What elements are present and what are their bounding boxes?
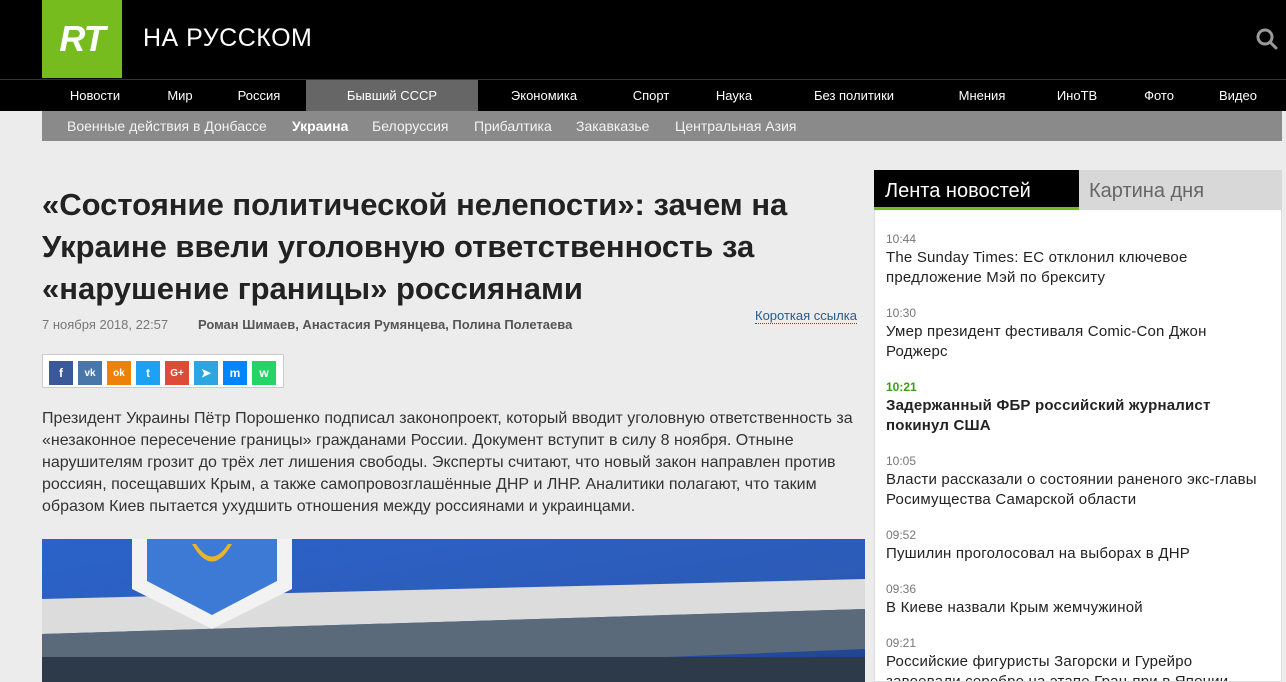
feed-time: 09:52: [886, 528, 917, 542]
sub-item-central-asia[interactable]: Центральная Азия: [675, 111, 796, 141]
feed-title[interactable]: The Sunday Times: ЕС отклонил ключевое п…: [886, 248, 1271, 288]
feed-item[interactable]: 09:52 Пушилин проголосовал на выборах в …: [886, 528, 1271, 564]
nav-item-news[interactable]: Новости: [42, 80, 148, 111]
feed-time: 10:44: [886, 232, 917, 246]
nav-item-science[interactable]: Наука: [692, 80, 776, 111]
feed-item[interactable]: 10:05 Власти рассказали о состоянии ране…: [886, 454, 1271, 510]
feed-item[interactable]: 10:44 The Sunday Times: ЕС отклонил ключ…: [886, 232, 1271, 288]
nav-item-world[interactable]: Мир: [148, 80, 212, 111]
rt-logo[interactable]: RT: [42, 0, 122, 78]
feed-time: 09:21: [886, 636, 917, 650]
facebook-icon[interactable]: f: [49, 361, 73, 385]
border-checkpoint-image: [42, 539, 865, 682]
article-photo: [42, 539, 865, 682]
feed-item[interactable]: 09:21 Российские фигуристы Загорски и Гу…: [886, 636, 1271, 681]
feed-title[interactable]: Пушилин проголосовал на выборах в ДНР: [886, 544, 1271, 564]
sub-item-donbass[interactable]: Военные действия в Донбассе: [67, 111, 267, 141]
sub-item-baltics[interactable]: Прибалтика: [474, 111, 552, 141]
tab-news-feed[interactable]: Лента новостей: [874, 170, 1079, 210]
feed-item[interactable]: 10:30 Умер президент фестиваля Comic-Con…: [886, 306, 1271, 362]
vk-icon[interactable]: vk: [78, 361, 102, 385]
main-nav: Новости Мир Россия Бывший СССР Экономика…: [0, 79, 1286, 111]
feed-item[interactable]: 10:21 Задержанный ФБР российский журнали…: [886, 380, 1271, 436]
article-lead: Президент Украины Пётр Порошенко подписа…: [42, 410, 853, 515]
tab-picture-of-day[interactable]: Картина дня: [1079, 170, 1282, 210]
top-bar: RT НА РУССКОМ: [0, 0, 1286, 80]
search-icon[interactable]: [1256, 28, 1278, 50]
nav-item-former-ussr[interactable]: Бывший СССР: [306, 80, 478, 111]
nav-item-sport[interactable]: Спорт: [610, 80, 692, 111]
short-link[interactable]: Короткая ссылка: [755, 308, 857, 324]
feed-time: 09:36: [886, 582, 917, 596]
messenger-icon[interactable]: m: [223, 361, 247, 385]
telegram-icon[interactable]: ➤: [194, 361, 218, 385]
nav-item-video[interactable]: Видео: [1196, 80, 1280, 111]
nav-item-russia[interactable]: Россия: [212, 80, 306, 111]
feed-time: 10:21: [886, 380, 917, 394]
feed-title[interactable]: В Киеве назвали Крым жемчужиной: [886, 598, 1271, 618]
feed-time: 10:30: [886, 306, 917, 320]
feed-title[interactable]: Умер президент фестиваля Comic-Con Джон …: [886, 322, 1271, 362]
sub-nav: Военные действия в Донбассе Украина Бело…: [42, 111, 1282, 141]
nav-item-no-politics[interactable]: Без политики: [776, 80, 932, 111]
news-feed: 10:44 The Sunday Times: ЕС отклонил ключ…: [874, 210, 1282, 682]
feed-title[interactable]: Российские фигуристы Загорски и Гурейро …: [886, 652, 1271, 681]
nav-item-photo[interactable]: Фото: [1122, 80, 1196, 111]
whatsapp-icon[interactable]: w: [252, 361, 276, 385]
brand-title[interactable]: НА РУССКОМ: [143, 24, 312, 53]
article-date: 7 ноября 2018, 22:57: [42, 317, 169, 332]
sub-item-caucasus[interactable]: Закавказье: [576, 111, 649, 141]
feed-title[interactable]: Власти рассказали о состоянии раненого э…: [886, 470, 1271, 510]
logo-text: RT: [59, 18, 105, 59]
googleplus-icon[interactable]: G+: [165, 361, 189, 385]
article-authors: Роман Шимаев, Анастасия Румянцева, Полин…: [198, 317, 573, 332]
twitter-icon[interactable]: t: [136, 361, 160, 385]
feed-time: 10:05: [886, 454, 917, 468]
article-title: «Состояние политической нелепости»: заче…: [42, 187, 788, 306]
odnoklassniki-icon[interactable]: ok: [107, 361, 131, 385]
share-bar: f vk ok t G+ ➤ m w: [42, 354, 284, 388]
feed-item[interactable]: 09:36 В Киеве назвали Крым жемчужиной: [886, 582, 1271, 618]
nav-item-economy[interactable]: Экономика: [478, 80, 610, 111]
sub-item-ukraine[interactable]: Украина: [292, 111, 348, 141]
nav-item-inotv[interactable]: ИноТВ: [1032, 80, 1122, 111]
nav-item-opinions[interactable]: Мнения: [932, 80, 1032, 111]
news-sidebar: Лента новостей Картина дня 10:44 The Sun…: [874, 170, 1282, 682]
sub-item-belarus[interactable]: Белоруссия: [372, 111, 449, 141]
feed-title[interactable]: Задержанный ФБР российский журналист пок…: [886, 396, 1271, 436]
